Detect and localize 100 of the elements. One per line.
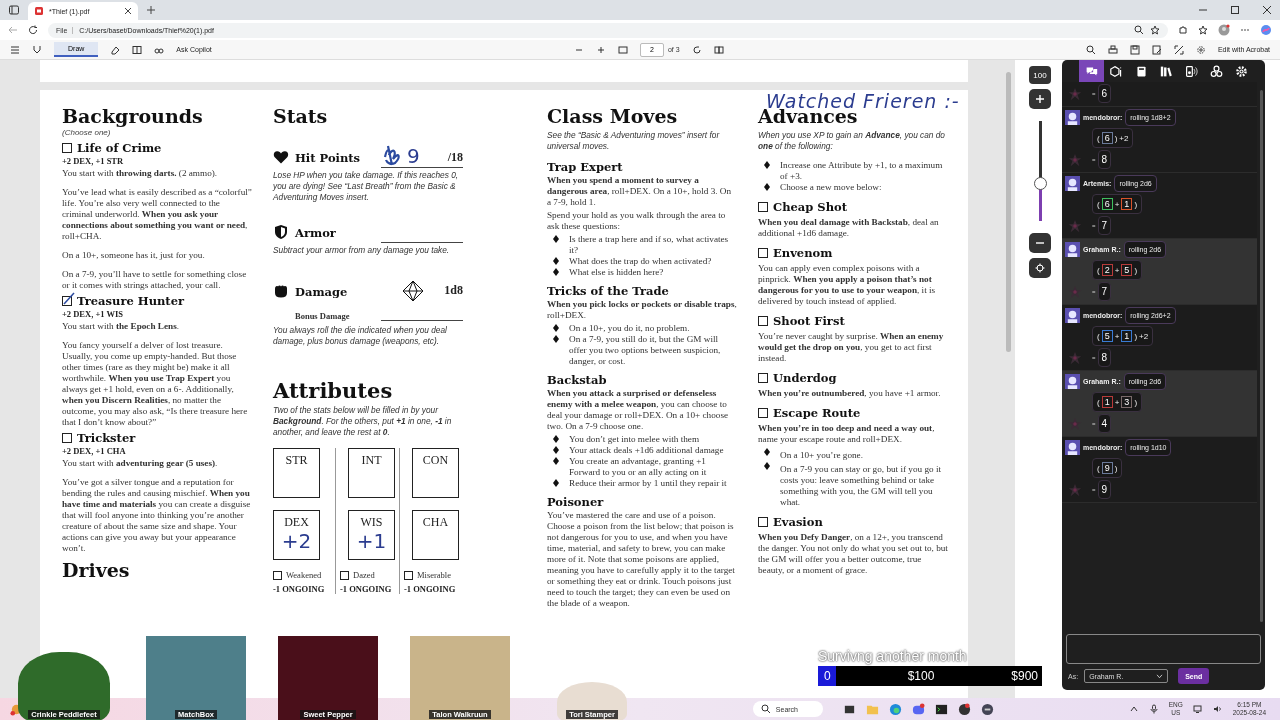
section-heading: Backgrounds [62, 104, 204, 128]
checkbox[interactable] [758, 408, 768, 418]
microphone-icon[interactable] [1148, 704, 1159, 714]
checkbox[interactable] [62, 143, 72, 153]
star-icon[interactable] [1150, 25, 1160, 35]
checkbox[interactable] [758, 373, 768, 383]
tab-actions-icon[interactable] [8, 4, 20, 16]
chat-input-field[interactable] [1066, 634, 1261, 664]
attribute-box[interactable]: DEX +2 [273, 510, 320, 560]
rotate-icon[interactable] [691, 44, 702, 55]
profile-avatar-icon[interactable] [1218, 24, 1230, 36]
token-sprite-icon [1068, 284, 1082, 299]
settings-icon [1235, 64, 1248, 78]
caret-icon [1156, 673, 1164, 679]
paragraph: On a 10+, someone has it, just for you. [62, 250, 206, 261]
books-icon [1160, 64, 1173, 78]
token-sprite-icon [1068, 218, 1082, 233]
eraser-icon[interactable] [110, 44, 121, 55]
handwritten-value: +1 [356, 530, 387, 552]
damage-die: 1d8 [444, 283, 463, 298]
list-item: On a 7-9 you can stay or go, but if you go it costs you: leave something behind or take something with you, the GM will tell you what. [780, 464, 942, 508]
highlighter-icon[interactable] [32, 44, 42, 55]
roll-total: 8 [1097, 150, 1112, 169]
search-icon[interactable] [1085, 44, 1096, 55]
checkbox[interactable] [758, 202, 768, 212]
attribute-box[interactable]: WIS +1 [348, 510, 395, 560]
bonus-damage-label: Bonus Damage [295, 311, 350, 321]
checkbox[interactable] [62, 433, 72, 443]
paragraph: When you’re outnumbered, you have +1 armor. [758, 388, 942, 399]
scrollbar[interactable] [1006, 72, 1011, 352]
attribute-box[interactable]: CON [412, 448, 459, 498]
scrollbar[interactable] [1260, 90, 1263, 622]
refresh-icon[interactable] [28, 25, 38, 35]
favorites-icon[interactable] [1198, 25, 1208, 35]
close-icon[interactable] [1262, 5, 1272, 15]
settings-icon[interactable] [1195, 44, 1206, 55]
slider-handle[interactable] [1033, 177, 1047, 190]
extensions-icon[interactable] [1178, 25, 1188, 35]
app-icon[interactable] [957, 702, 971, 716]
option-title: Cheap Shot [773, 200, 847, 214]
maximize-icon[interactable] [1230, 5, 1240, 15]
goal-amount: 0 [824, 669, 831, 683]
paragraph: When you’re in too deep and need a way out, name your escape route and roll+DEX. [758, 423, 936, 445]
zoom-icon[interactable] [1134, 25, 1144, 35]
checkbox[interactable] [340, 570, 349, 580]
token-sprite-icon [1068, 482, 1082, 497]
app-icon[interactable] [980, 702, 994, 716]
new-tab-icon[interactable] [146, 5, 156, 15]
die-face: 1 [1121, 198, 1133, 210]
network-icon[interactable] [1192, 704, 1203, 714]
die-face: 5 [1121, 264, 1133, 276]
goal-amount: $900 [1011, 669, 1038, 683]
print-icon[interactable] [1107, 44, 1118, 55]
terminal-icon[interactable] [934, 702, 948, 716]
zoom-level: 100 [1029, 66, 1051, 84]
stat-label: Hit Points [295, 151, 362, 165]
checkbox[interactable] [404, 570, 413, 580]
condition-label: Miserable [417, 570, 451, 580]
condition-effect: -1 ONGOING [340, 584, 393, 594]
contents-icon[interactable] [10, 44, 20, 55]
die-face: 6 [1101, 198, 1113, 210]
goal-amount: $100 [907, 669, 935, 683]
roll-total: 7 [1097, 216, 1112, 235]
page-view-icon[interactable] [132, 44, 143, 55]
close-icon[interactable] [124, 7, 132, 15]
volume-icon[interactable] [1212, 704, 1223, 714]
browser-icon[interactable] [888, 702, 902, 716]
die-face: 9 [1101, 462, 1113, 474]
copilot-icon[interactable] [1260, 24, 1272, 36]
fit-page-icon[interactable] [617, 44, 628, 55]
die-face: 1 [1121, 330, 1133, 342]
two-page-icon[interactable] [713, 44, 724, 55]
save-as-icon[interactable] [1151, 44, 1162, 55]
attribute-box[interactable]: STR [273, 448, 320, 498]
zoom-in-button[interactable] [1029, 89, 1051, 109]
chat-tab[interactable] [1079, 60, 1104, 82]
list-item: Is there a trap here and if so, what activates it? [569, 234, 730, 256]
diamond-bullet-icon [553, 435, 559, 443]
checkbox[interactable] [758, 248, 768, 258]
section-heading: Drives [62, 558, 131, 582]
save-icon[interactable] [1129, 44, 1140, 55]
paragraph: You start with throwing darts. (2 ammo). [62, 168, 219, 179]
recenter-button[interactable] [1029, 258, 1051, 278]
zoom-out-button[interactable] [1029, 233, 1051, 253]
zoom-in-icon[interactable] [595, 44, 606, 55]
move-title: Tricks of the Trade [547, 284, 670, 298]
list-item: What else is hidden here? [569, 267, 664, 278]
fullscreen-icon[interactable] [1173, 44, 1184, 55]
chat-app-icon[interactable] [911, 702, 925, 716]
attribute-label: STR [285, 453, 308, 468]
diamond-bullet-icon [553, 235, 559, 243]
roll-symbol: +2 [1119, 133, 1129, 143]
hit-points-field[interactable]: 9 /18 [381, 149, 463, 168]
attribute-box[interactable]: CHA [412, 510, 459, 560]
chevron-up-icon[interactable] [1128, 704, 1139, 714]
checkbox[interactable] [273, 570, 282, 580]
checkbox[interactable] [758, 517, 768, 527]
attribute-box[interactable]: INT [348, 448, 395, 498]
checkbox[interactable] [758, 316, 768, 326]
crosshair-icon [1035, 263, 1045, 273]
